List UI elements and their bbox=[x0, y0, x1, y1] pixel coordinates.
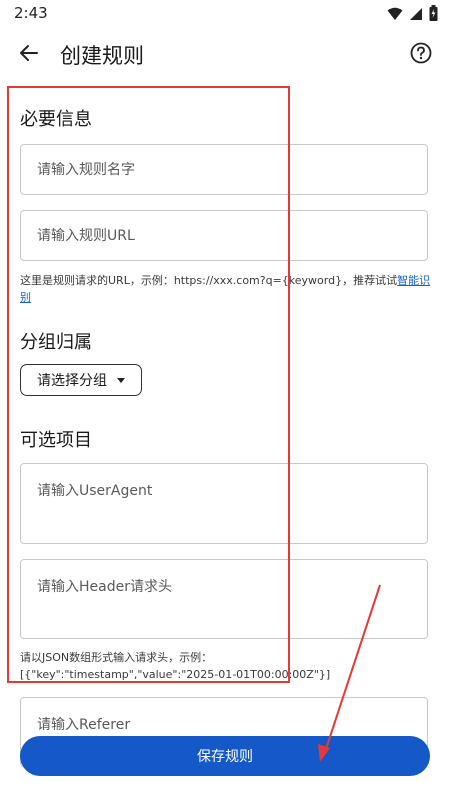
section-title-optional: 可选项目 bbox=[20, 430, 92, 451]
status-icons bbox=[387, 5, 438, 25]
wifi-icon bbox=[387, 6, 403, 25]
battery-icon bbox=[429, 5, 438, 25]
rule-url-input[interactable] bbox=[21, 211, 427, 260]
section-title-required: 必要信息 bbox=[20, 109, 92, 130]
rule-url-field[interactable] bbox=[20, 210, 428, 261]
app-bar: 创建规则 bbox=[0, 30, 450, 80]
header-hint-line1: 请以JSON数组形式输入请求头，示例： bbox=[20, 651, 213, 664]
help-button[interactable] bbox=[404, 38, 438, 72]
save-rule-button[interactable]: 保存规则 bbox=[20, 736, 430, 776]
status-bar: 2:43 bbox=[0, 0, 450, 26]
header-input[interactable] bbox=[21, 560, 427, 638]
arrow-back-icon bbox=[19, 43, 39, 67]
url-helper-text: 这里是规则请求的URL，示例：https://xxx.com?q={keywor… bbox=[20, 272, 432, 306]
page-title: 创建规则 bbox=[60, 44, 144, 68]
header-field[interactable] bbox=[20, 559, 428, 639]
useragent-field[interactable] bbox=[20, 463, 428, 544]
caret-down-icon bbox=[117, 377, 125, 383]
rule-name-input[interactable] bbox=[21, 145, 427, 194]
signal-icon bbox=[409, 6, 423, 25]
group-select-value: 请选择分组 bbox=[37, 373, 107, 389]
status-time: 2:43 bbox=[14, 4, 48, 22]
rule-name-field[interactable] bbox=[20, 144, 428, 195]
useragent-input[interactable] bbox=[21, 464, 427, 543]
section-title-group: 分组归属 bbox=[20, 332, 92, 353]
header-hint-line2: [{"key":"timestamp","value":"2025-01-01T… bbox=[20, 668, 331, 681]
help-circle-icon bbox=[410, 42, 432, 68]
url-hint: 这里是规则请求的URL，示例：https://xxx.com?q={keywor… bbox=[20, 274, 398, 287]
back-button[interactable] bbox=[12, 38, 46, 72]
header-helper-text: 请以JSON数组形式输入请求头，示例： [{"key":"timestamp",… bbox=[20, 649, 432, 683]
group-select[interactable]: 请选择分组 bbox=[20, 364, 142, 396]
